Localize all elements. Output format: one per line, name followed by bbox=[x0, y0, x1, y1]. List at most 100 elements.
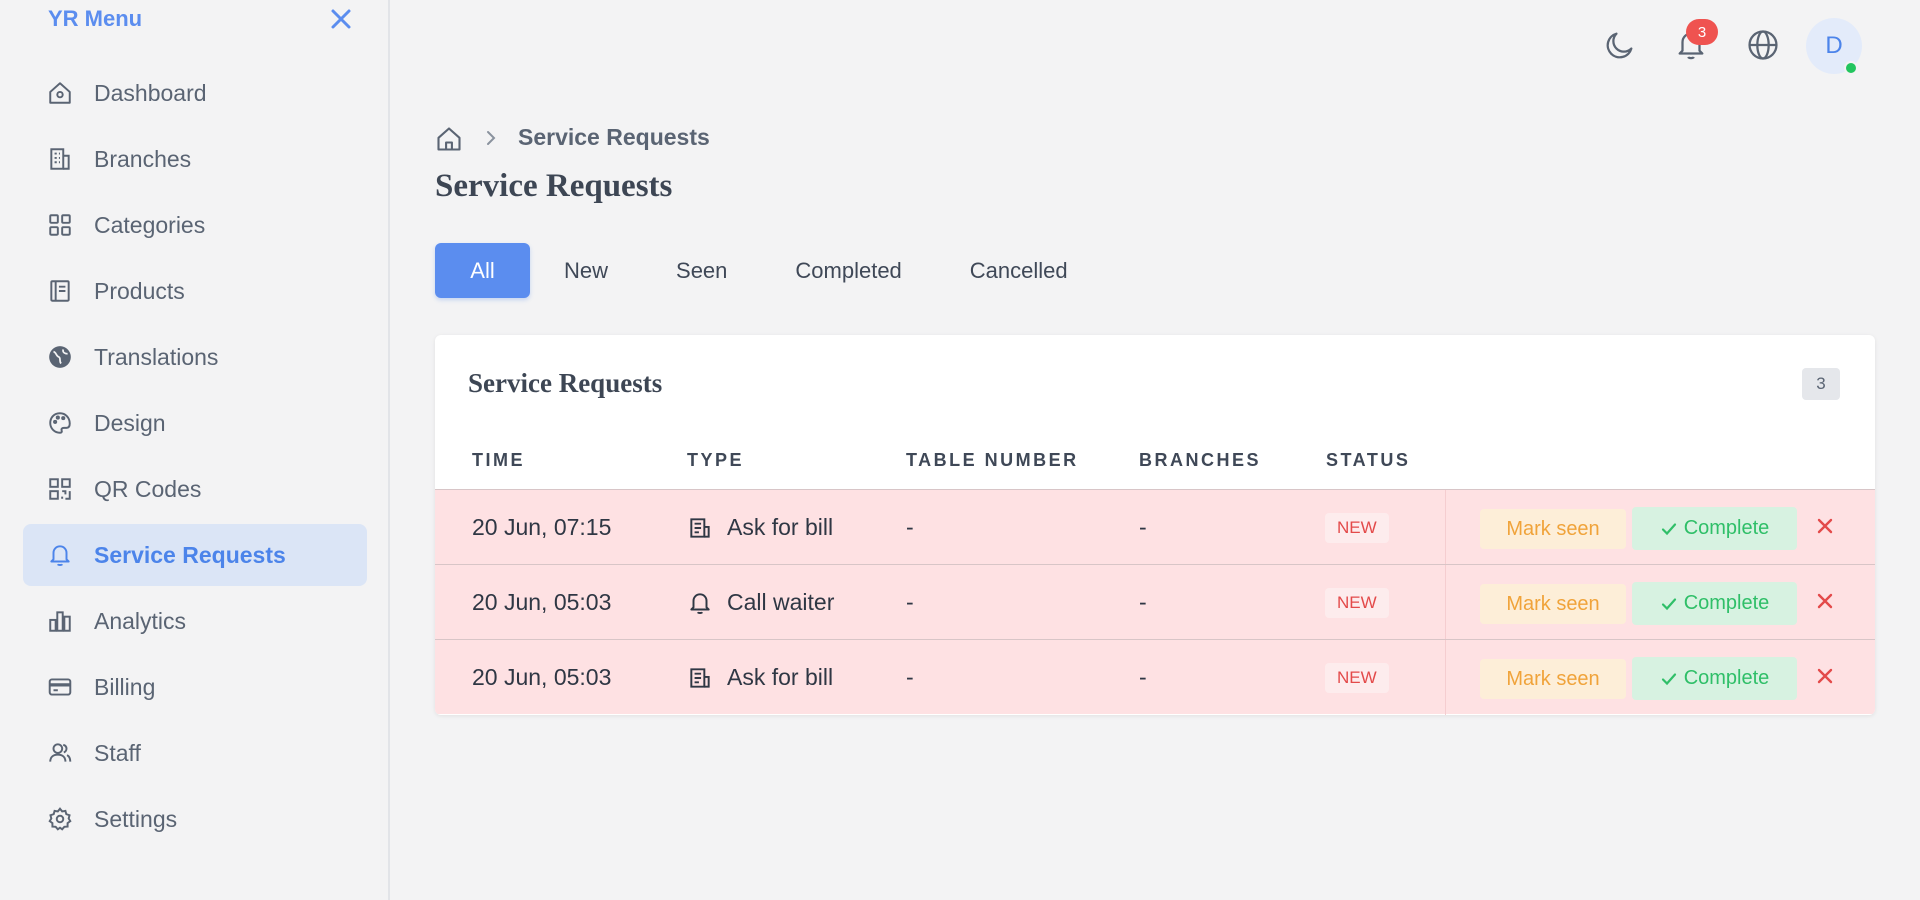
column-divider bbox=[1445, 490, 1446, 565]
sidebar-nav: Dashboard Branches Categories Products T… bbox=[23, 62, 367, 854]
sidebar-item-service-requests[interactable]: Service Requests bbox=[23, 524, 367, 586]
sidebar-item-label: Dashboard bbox=[94, 79, 207, 106]
tab-completed[interactable]: Completed bbox=[761, 243, 935, 298]
building-icon bbox=[46, 145, 74, 173]
complete-button-label: Complete bbox=[1683, 667, 1770, 689]
column-header-status: STATUS bbox=[1326, 450, 1411, 470]
sidebar: YR Menu Dashboard Branches Categories Pr… bbox=[0, 0, 390, 900]
bell-icon bbox=[46, 541, 74, 569]
cell-branch: - bbox=[1139, 514, 1147, 540]
check-icon bbox=[1660, 670, 1678, 688]
mark-seen-button[interactable]: Mark seen bbox=[1480, 584, 1626, 624]
column-divider bbox=[1445, 565, 1446, 640]
cell-type-label: Call waiter bbox=[727, 589, 835, 615]
close-icon bbox=[1817, 518, 1833, 534]
close-sidebar-button[interactable] bbox=[326, 4, 356, 34]
table-row: 20 Jun, 05:03 Call waiter - - NEW Mark s… bbox=[435, 564, 1875, 640]
complete-button[interactable]: Complete bbox=[1632, 582, 1797, 625]
service-requests-card: Service Requests 3 TIME TYPE TABLE NUMBE… bbox=[435, 335, 1875, 715]
breadcrumb-current: Service Requests bbox=[518, 124, 710, 150]
receipt-icon bbox=[687, 665, 713, 691]
language-button[interactable] bbox=[1743, 25, 1783, 65]
sidebar-item-branches[interactable]: Branches bbox=[23, 128, 367, 190]
complete-button-label: Complete bbox=[1683, 592, 1770, 614]
close-icon bbox=[331, 9, 351, 29]
breadcrumb-home-link[interactable] bbox=[435, 125, 463, 153]
cancel-request-button[interactable] bbox=[1812, 663, 1838, 689]
cell-type: Call waiter bbox=[687, 565, 834, 640]
globe-icon bbox=[46, 343, 74, 371]
sidebar-item-label: Staff bbox=[94, 739, 141, 766]
sidebar-item-billing[interactable]: Billing bbox=[23, 656, 367, 718]
cell-branch: - bbox=[1139, 589, 1147, 615]
brand-logo-text[interactable]: YR Menu bbox=[48, 6, 142, 32]
column-header-branches: BRANCHES bbox=[1139, 450, 1262, 470]
cell-type: Ask for bill bbox=[687, 490, 833, 565]
sidebar-item-label: Billing bbox=[94, 673, 156, 700]
book-icon bbox=[46, 277, 74, 305]
table-row: 20 Jun, 07:15 Ask for bill - - NEW Mark … bbox=[435, 489, 1875, 565]
filter-tabs: All New Seen Completed Cancelled bbox=[435, 243, 1102, 298]
sidebar-item-label: Service Requests bbox=[94, 541, 286, 568]
sidebar-item-label: Branches bbox=[94, 145, 192, 172]
complete-button-label: Complete bbox=[1683, 517, 1770, 539]
page-title: Service Requests bbox=[435, 168, 673, 204]
complete-button[interactable]: Complete bbox=[1632, 507, 1797, 550]
check-icon bbox=[1660, 520, 1678, 538]
table-header: TIME TYPE TABLE NUMBER BRANCHES STATUS bbox=[435, 450, 1875, 490]
mark-seen-button[interactable]: Mark seen bbox=[1480, 509, 1626, 549]
tab-all[interactable]: All bbox=[435, 243, 530, 298]
cell-type-label: Ask for bill bbox=[727, 664, 834, 690]
sidebar-item-label: Analytics bbox=[94, 607, 187, 634]
notification-count-badge: 3 bbox=[1686, 19, 1718, 45]
count-badge: 3 bbox=[1802, 368, 1840, 400]
credit-card-icon bbox=[46, 673, 74, 701]
column-divider bbox=[1445, 640, 1446, 715]
sidebar-item-analytics[interactable]: Analytics bbox=[23, 590, 367, 652]
sidebar-item-qr-codes[interactable]: QR Codes bbox=[23, 458, 367, 520]
complete-button[interactable]: Complete bbox=[1632, 657, 1797, 700]
cancel-request-button[interactable] bbox=[1812, 588, 1838, 614]
status-badge: NEW bbox=[1325, 588, 1389, 618]
cell-type: Ask for bill bbox=[687, 640, 833, 715]
mark-seen-button[interactable]: Mark seen bbox=[1480, 659, 1626, 699]
cell-table-number: - bbox=[906, 664, 914, 690]
cell-table-number: - bbox=[906, 589, 914, 615]
cell-type-label: Ask for bill bbox=[727, 514, 834, 540]
bar-chart-icon bbox=[46, 607, 74, 635]
home-icon bbox=[46, 79, 74, 107]
sidebar-item-dashboard[interactable]: Dashboard bbox=[23, 62, 367, 124]
close-icon bbox=[1817, 593, 1833, 609]
palette-icon bbox=[46, 409, 74, 437]
column-header-type: TYPE bbox=[687, 450, 745, 470]
sidebar-item-label: Translations bbox=[94, 343, 219, 370]
sidebar-item-categories[interactable]: Categories bbox=[23, 194, 367, 256]
globe-icon bbox=[1748, 30, 1778, 60]
sidebar-item-label: Categories bbox=[94, 211, 206, 238]
cell-time: 20 Jun, 05:03 bbox=[472, 589, 612, 615]
table-row: 20 Jun, 05:03 Ask for bill - - NEW Mark … bbox=[435, 639, 1875, 715]
sidebar-item-design[interactable]: Design bbox=[23, 392, 367, 454]
cancel-request-button[interactable] bbox=[1812, 513, 1838, 539]
users-icon bbox=[46, 739, 74, 767]
status-badge: NEW bbox=[1325, 513, 1389, 543]
cell-branch: - bbox=[1139, 664, 1147, 690]
theme-toggle-button[interactable] bbox=[1600, 25, 1640, 65]
online-status-dot bbox=[1844, 61, 1858, 75]
sidebar-item-settings[interactable]: Settings bbox=[23, 788, 367, 850]
sidebar-item-label: QR Codes bbox=[94, 475, 202, 502]
chevron-right-icon bbox=[483, 128, 499, 148]
column-header-time: TIME bbox=[472, 450, 525, 470]
sidebar-item-staff[interactable]: Staff bbox=[23, 722, 367, 784]
sidebar-item-translations[interactable]: Translations bbox=[23, 326, 367, 388]
tab-seen[interactable]: Seen bbox=[642, 243, 761, 298]
receipt-icon bbox=[687, 515, 713, 541]
grid-icon bbox=[46, 211, 74, 239]
sidebar-item-products[interactable]: Products bbox=[23, 260, 367, 322]
card-title: Service Requests bbox=[468, 368, 663, 398]
tab-cancelled[interactable]: Cancelled bbox=[936, 243, 1102, 298]
tab-new[interactable]: New bbox=[530, 243, 642, 298]
sidebar-item-label: Products bbox=[94, 277, 185, 304]
home-icon bbox=[437, 127, 461, 151]
bell-icon bbox=[687, 590, 713, 616]
